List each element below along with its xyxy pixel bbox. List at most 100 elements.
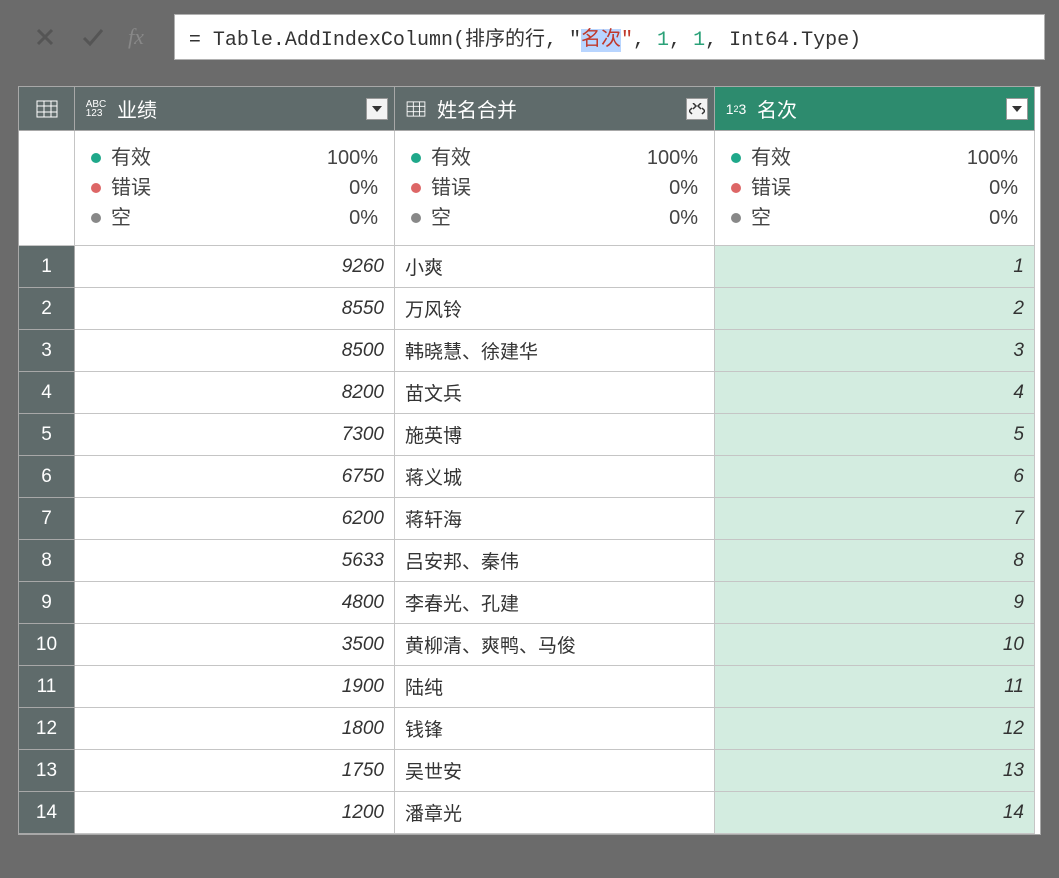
row-number[interactable]: 4	[19, 372, 75, 414]
column-filter-button[interactable]	[1006, 98, 1028, 120]
cell-xingming[interactable]: 黄柳清、爽鸭、马俊	[395, 624, 715, 666]
stat-empty-pct: 0%	[349, 203, 378, 233]
cell-xingming[interactable]: 万风铃	[395, 288, 715, 330]
formula-text: = Table.AddIndexColumn(排序的行, "名次", 1, 1,…	[189, 22, 861, 52]
row-number[interactable]: 3	[19, 330, 75, 372]
cell-mingci[interactable]: 6	[715, 456, 1035, 498]
column-header-xingming[interactable]: 姓名合并	[395, 87, 715, 131]
cell-xingming[interactable]: 潘章光	[395, 792, 715, 834]
table-corner-menu[interactable]	[19, 87, 75, 131]
cell-yeji[interactable]: 6200	[75, 498, 395, 540]
empty-dot-icon	[411, 213, 421, 223]
cell-xingming[interactable]: 小爽	[395, 246, 715, 288]
stat-valid-label: 有效	[111, 143, 151, 173]
column-header-mingci[interactable]: 123 名次	[715, 87, 1035, 131]
column-stats: 有效 100% 错误 0% 空 0%	[715, 131, 1035, 246]
stat-error-pct: 0%	[989, 173, 1018, 203]
stat-valid-label: 有效	[431, 143, 471, 173]
stat-empty-pct: 0%	[989, 203, 1018, 233]
cell-mingci[interactable]: 4	[715, 372, 1035, 414]
cell-mingci[interactable]: 3	[715, 330, 1035, 372]
cell-mingci[interactable]: 1	[715, 246, 1035, 288]
cell-yeji[interactable]: 8500	[75, 330, 395, 372]
column-name: 姓名合并	[437, 94, 678, 123]
cell-xingming[interactable]: 李春光、孔建	[395, 582, 715, 624]
stat-empty-label: 空	[431, 203, 451, 233]
formula-buttons: fx	[14, 14, 174, 60]
cell-yeji[interactable]: 8550	[75, 288, 395, 330]
row-number[interactable]: 2	[19, 288, 75, 330]
cell-xingming[interactable]: 施英博	[395, 414, 715, 456]
cell-mingci[interactable]: 8	[715, 540, 1035, 582]
cell-yeji[interactable]: 1200	[75, 792, 395, 834]
cell-xingming[interactable]: 钱锋	[395, 708, 715, 750]
datatype-any-icon: ABC123	[83, 98, 109, 120]
cell-mingci[interactable]: 11	[715, 666, 1035, 708]
row-number[interactable]: 13	[19, 750, 75, 792]
row-number[interactable]: 10	[19, 624, 75, 666]
row-number[interactable]: 5	[19, 414, 75, 456]
expand-column-button[interactable]	[686, 98, 708, 120]
cell-mingci[interactable]: 12	[715, 708, 1035, 750]
datatype-table-icon	[403, 98, 429, 120]
cell-yeji[interactable]: 9260	[75, 246, 395, 288]
row-number[interactable]: 12	[19, 708, 75, 750]
column-header-yeji[interactable]: ABC123 业绩	[75, 87, 395, 131]
error-dot-icon	[91, 183, 101, 193]
row-number[interactable]: 8	[19, 540, 75, 582]
column-stats: 有效100% 错误0% 空0%	[75, 131, 395, 246]
cell-xingming[interactable]: 蒋轩海	[395, 498, 715, 540]
row-number[interactable]: 14	[19, 792, 75, 834]
cell-xingming[interactable]: 陆纯	[395, 666, 715, 708]
stat-error-label: 错误	[751, 173, 791, 203]
row-number[interactable]: 9	[19, 582, 75, 624]
cell-yeji[interactable]: 1750	[75, 750, 395, 792]
cell-yeji[interactable]: 1900	[75, 666, 395, 708]
cancel-button[interactable]	[32, 24, 58, 50]
confirm-button[interactable]	[80, 24, 106, 50]
cell-mingci[interactable]: 9	[715, 582, 1035, 624]
stat-error-label: 错误	[111, 173, 151, 203]
formula-input[interactable]: = Table.AddIndexColumn(排序的行, "名次", 1, 1,…	[174, 14, 1045, 60]
datatype-int-icon: 123	[723, 98, 749, 120]
cell-mingci[interactable]: 10	[715, 624, 1035, 666]
stat-valid-pct: 100%	[647, 143, 698, 173]
cell-yeji[interactable]: 6750	[75, 456, 395, 498]
empty-dot-icon	[731, 213, 741, 223]
stat-valid-pct: 100%	[967, 143, 1018, 173]
valid-dot-icon	[411, 153, 421, 163]
cell-xingming[interactable]: 蒋义城	[395, 456, 715, 498]
column-filter-button[interactable]	[366, 98, 388, 120]
cell-yeji[interactable]: 4800	[75, 582, 395, 624]
row-number[interactable]: 7	[19, 498, 75, 540]
cell-xingming[interactable]: 韩晓慧、徐建华	[395, 330, 715, 372]
cell-yeji[interactable]: 5633	[75, 540, 395, 582]
column-stats: 有效100% 错误0% 空0%	[395, 131, 715, 246]
column-name: 业绩	[117, 94, 358, 123]
empty-dot-icon	[91, 213, 101, 223]
stat-empty-pct: 0%	[669, 203, 698, 233]
row-number[interactable]: 1	[19, 246, 75, 288]
row-number[interactable]: 6	[19, 456, 75, 498]
cell-xingming[interactable]: 吴世安	[395, 750, 715, 792]
cell-xingming[interactable]: 苗文兵	[395, 372, 715, 414]
cell-mingci[interactable]: 5	[715, 414, 1035, 456]
row-number[interactable]: 11	[19, 666, 75, 708]
stat-valid-label: 有效	[751, 143, 791, 173]
cell-yeji[interactable]: 3500	[75, 624, 395, 666]
cell-mingci[interactable]: 7	[715, 498, 1035, 540]
cell-yeji[interactable]: 7300	[75, 414, 395, 456]
cell-mingci[interactable]: 2	[715, 288, 1035, 330]
stat-empty-label: 空	[111, 203, 131, 233]
cell-yeji[interactable]: 1800	[75, 708, 395, 750]
error-dot-icon	[731, 183, 741, 193]
valid-dot-icon	[731, 153, 741, 163]
cell-yeji[interactable]: 8200	[75, 372, 395, 414]
cell-mingci[interactable]: 13	[715, 750, 1035, 792]
stat-valid-pct: 100%	[327, 143, 378, 173]
stat-empty-label: 空	[751, 203, 771, 233]
valid-dot-icon	[91, 153, 101, 163]
cell-xingming[interactable]: 吕安邦、秦伟	[395, 540, 715, 582]
stat-error-pct: 0%	[669, 173, 698, 203]
cell-mingci[interactable]: 14	[715, 792, 1035, 834]
